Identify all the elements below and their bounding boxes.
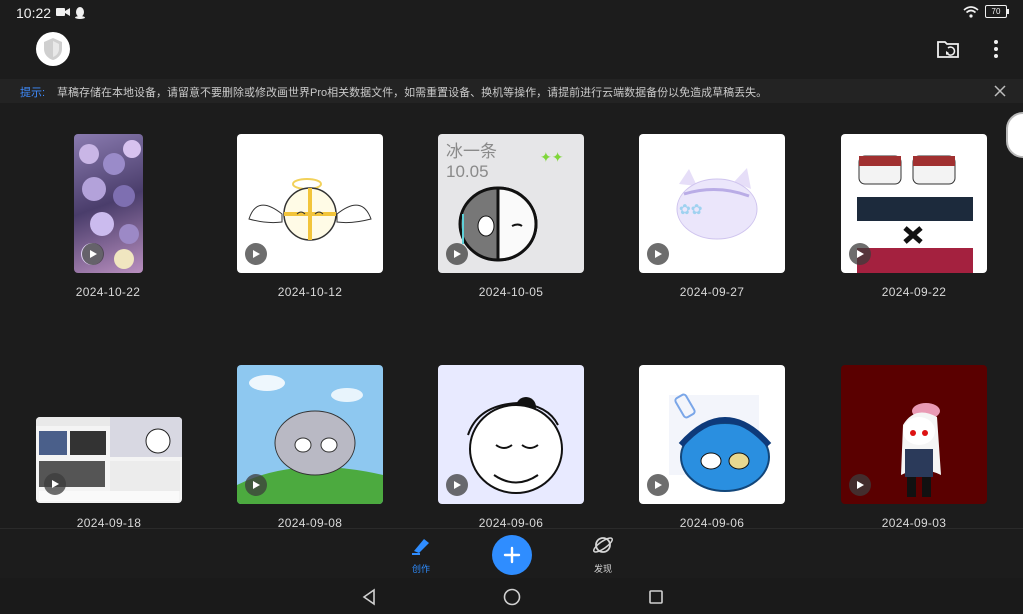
nav-create[interactable]: 创作	[391, 535, 451, 575]
draft-date: 2024-10-22	[75, 285, 141, 299]
draft-date: 2024-10-05	[478, 285, 544, 299]
draft-thumbnail[interactable]	[639, 365, 785, 504]
draft-thumbnail[interactable]	[841, 134, 987, 273]
play-icon	[655, 250, 662, 258]
play-button[interactable]	[647, 474, 669, 496]
app-actions	[935, 36, 1009, 62]
play-icon	[857, 250, 864, 258]
nav-discover-label: 发现	[593, 564, 612, 574]
more-options-button[interactable]	[983, 36, 1009, 62]
recents-square-icon	[649, 590, 663, 604]
pen-icon	[412, 539, 429, 555]
battery-indicator: 70	[985, 5, 1009, 18]
qq-penguin-icon	[75, 7, 85, 19]
tip-close-button[interactable]	[991, 82, 1009, 100]
draft-thumbnail[interactable]	[237, 365, 383, 504]
draft-date: 2024-10-12	[277, 285, 343, 299]
add-draft-button[interactable]	[492, 535, 532, 575]
draft-thumbnail[interactable]	[438, 365, 584, 504]
recents-button[interactable]	[645, 586, 667, 608]
bottom-nav: 创作 发现	[0, 528, 1023, 579]
plus-icon	[503, 546, 521, 564]
draft-thumbnail[interactable]	[237, 134, 383, 273]
tip-label: 提示:	[20, 87, 46, 99]
play-button[interactable]	[44, 473, 66, 495]
play-button[interactable]	[849, 474, 871, 496]
play-button[interactable]	[849, 243, 871, 265]
play-button[interactable]	[446, 474, 468, 496]
wifi-icon	[963, 5, 979, 18]
draft-thumbnail[interactable]: 冰一条 10.05 ✦✦	[438, 134, 584, 273]
back-button[interactable]	[358, 586, 380, 608]
play-icon	[52, 480, 59, 488]
play-button[interactable]	[245, 474, 267, 496]
draft-thumbnail[interactable]	[74, 134, 143, 273]
app-bar	[0, 26, 1023, 76]
draft-thumbnail[interactable]: ✿✿	[639, 134, 785, 273]
tip-banner: 提示: 草稿存储在本地设备，请留意不要删除或修改画世界Pro相关数据文件，如需重…	[0, 79, 1023, 103]
video-record-icon	[56, 8, 70, 16]
play-icon	[454, 250, 461, 258]
play-icon	[253, 250, 260, 258]
home-circle-icon	[503, 588, 521, 606]
draft-thumbnail[interactable]	[36, 417, 182, 503]
play-icon	[90, 250, 97, 258]
back-triangle-icon	[362, 588, 375, 606]
play-button[interactable]	[82, 243, 104, 265]
play-icon	[253, 481, 260, 489]
shield-icon	[44, 38, 62, 60]
status-right: 70	[963, 5, 1009, 18]
nav-discover[interactable]: 发现	[573, 535, 633, 575]
play-icon	[857, 481, 864, 489]
status-notification-icons	[56, 6, 86, 19]
app-logo[interactable]	[36, 32, 70, 66]
svg-text:✦✦: ✦✦	[540, 150, 564, 166]
tip-text: 草稿存储在本地设备，请留意不要删除或修改画世界Pro相关数据文件，如需重置设备、…	[57, 87, 768, 99]
draft-grid: 2024-10-22 2024-10-12 冰一条 10.05 ✦✦ 2024-…	[0, 108, 1023, 530]
import-folder-button[interactable]	[935, 36, 961, 62]
play-button[interactable]	[647, 243, 669, 265]
play-icon	[454, 481, 461, 489]
home-button[interactable]	[501, 586, 523, 608]
draft-date: 2024-09-27	[679, 285, 745, 299]
planet-icon	[593, 537, 613, 553]
draft-thumbnail[interactable]	[841, 365, 987, 504]
draft-date: 2024-09-22	[881, 285, 947, 299]
play-button[interactable]	[245, 243, 267, 265]
play-button[interactable]	[446, 243, 468, 265]
more-vertical-icon	[994, 40, 998, 58]
close-icon	[994, 85, 1006, 97]
status-bar: 10:22 70	[0, 0, 1023, 26]
folder-sync-icon	[937, 41, 959, 58]
svg-text:✿✿: ✿✿	[679, 202, 702, 218]
play-icon	[655, 481, 662, 489]
system-nav-bar	[0, 578, 1023, 614]
status-time: 10:22	[16, 5, 52, 21]
nav-create-label: 创作	[411, 564, 430, 574]
